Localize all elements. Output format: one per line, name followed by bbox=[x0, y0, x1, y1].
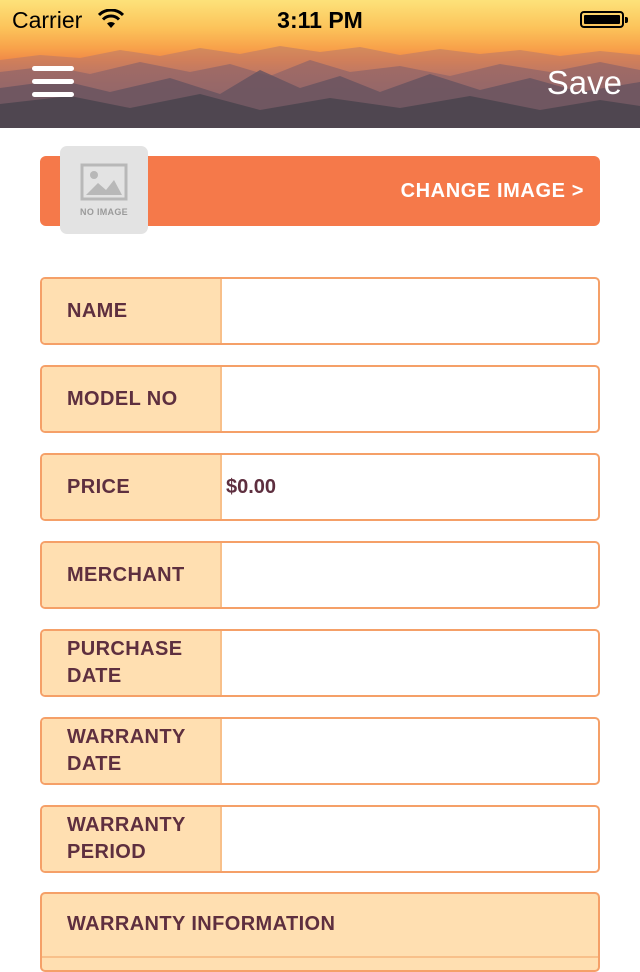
no-image-label: NO IMAGE bbox=[80, 207, 128, 217]
name-input[interactable] bbox=[224, 279, 598, 343]
warranty-period-field: WARRANTY PERIOD bbox=[40, 805, 600, 873]
name-field: NAME bbox=[40, 277, 600, 345]
warranty-information-label: WARRANTY INFORMATION bbox=[67, 913, 336, 935]
section-divider bbox=[42, 956, 598, 958]
warranty-period-input[interactable] bbox=[224, 807, 598, 871]
status-bar: Carrier 3:11 PM bbox=[0, 0, 640, 40]
status-time: 3:11 PM bbox=[277, 7, 363, 33]
name-label: NAME bbox=[42, 279, 222, 343]
warranty-date-input[interactable] bbox=[224, 719, 598, 783]
model-no-field: MODEL NO bbox=[40, 365, 600, 433]
merchant-input[interactable] bbox=[224, 543, 598, 607]
model-no-label: MODEL NO bbox=[42, 367, 222, 431]
purchase-date-field: PURCHASE DATE bbox=[40, 629, 600, 697]
header-banner: Carrier 3:11 PM Save bbox=[0, 0, 640, 128]
battery-icon bbox=[580, 11, 628, 28]
save-button[interactable]: Save bbox=[547, 64, 622, 102]
image-placeholder[interactable]: NO IMAGE bbox=[60, 146, 148, 234]
merchant-field: MERCHANT bbox=[40, 541, 600, 609]
warranty-date-field: WARRANTY DATE bbox=[40, 717, 600, 785]
warranty-period-label: WARRANTY PERIOD bbox=[42, 807, 222, 871]
price-input[interactable] bbox=[224, 455, 598, 519]
warranty-date-label: WARRANTY DATE bbox=[42, 719, 222, 783]
image-icon bbox=[80, 163, 128, 201]
purchase-date-label: PURCHASE DATE bbox=[42, 631, 222, 695]
purchase-date-input[interactable] bbox=[224, 631, 598, 695]
warranty-information-section[interactable]: WARRANTY INFORMATION bbox=[40, 892, 600, 972]
merchant-label: MERCHANT bbox=[42, 543, 222, 607]
change-image-button[interactable]: CHANGE IMAGE > bbox=[401, 180, 584, 203]
price-label: PRICE bbox=[42, 455, 222, 519]
hamburger-menu-icon[interactable] bbox=[32, 66, 76, 98]
price-field: PRICE bbox=[40, 453, 600, 521]
model-no-input[interactable] bbox=[224, 367, 598, 431]
